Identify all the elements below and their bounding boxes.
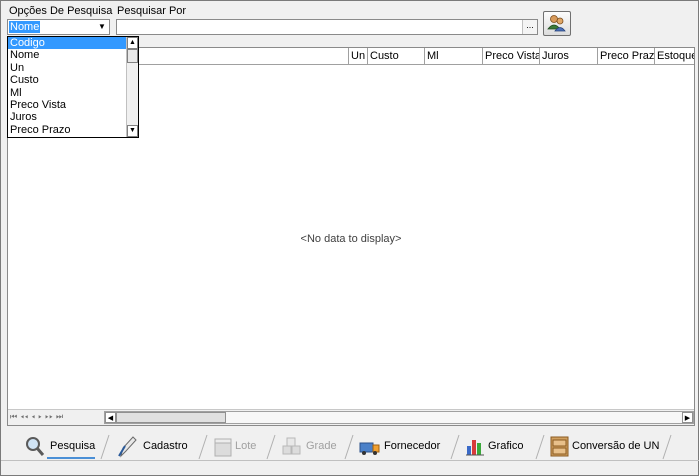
horizontal-scrollbar[interactable]: ◀ ▶ [104,411,694,424]
search-options-dropdown[interactable]: Codigo Nome Un Custo Ml Preco Vista Juro… [7,36,139,138]
search-options-select[interactable]: Nome ▼ [7,19,110,35]
dropdown-option-un[interactable]: Un [8,62,138,74]
column-header-preco-prazo[interactable]: Preco Prazo [598,48,655,65]
cabinet-icon [550,436,569,457]
tab-separator [344,434,354,460]
tab-conversao-de-un[interactable]: Conversão de UN [549,431,661,461]
grid-boxes-icon [282,437,301,455]
search-by-label: Pesquisar Por [117,5,187,17]
tab-conversao-de-un-label: Conversão de UN [572,440,660,452]
dropdown-option-juros[interactable]: Juros [8,111,138,123]
pen-icon [118,436,137,458]
scroll-right-icon[interactable]: ▶ [682,412,693,423]
scroll-up-icon[interactable]: ▲ [127,37,138,49]
column-header-preco-vista[interactable]: Preco Vista [483,48,540,65]
tab-grafico-label: Grafico [488,440,524,452]
scroll-down-icon[interactable]: ▼ [127,125,138,137]
tab-cadastro-label: Cadastro [143,440,188,452]
dropdown-option-nome[interactable]: Nome [8,49,138,61]
column-header-estoque[interactable]: Estoque [655,48,694,65]
chart-icon [466,440,484,456]
tab-separator [450,434,460,460]
column-header-ml[interactable]: Ml [425,48,483,65]
magnifier-icon [26,437,45,456]
search-options-label: Opções De Pesquisa [9,5,113,17]
search-users-button[interactable] [543,11,571,36]
chevron-down-icon[interactable]: ▼ [95,20,109,34]
search-input[interactable]: ... [116,19,538,35]
tab-separator [662,434,672,460]
dropdown-option-ml[interactable]: Ml [8,87,138,99]
column-header-un[interactable]: Un [349,48,368,65]
column-header-custo[interactable]: Custo [368,48,425,65]
record-navigation-buttons[interactable]: ⏮ ◂◂ ◂ ▸ ▸▸ ⏭ [10,412,64,422]
tab-separator [100,434,110,460]
dropdown-option-preco-prazo[interactable]: Preco Prazo [8,124,138,136]
empty-grid-message: <No data to display> [300,233,402,245]
dropdown-scrollbar[interactable]: ▲ ▼ [126,37,138,137]
tab-fornecedor[interactable]: Fornecedor [359,431,449,461]
tab-cadastro[interactable]: Cadastro [117,431,197,461]
dropdown-option-codigo[interactable]: Codigo [8,37,138,50]
users-search-icon [547,15,566,32]
truck-icon [359,442,380,455]
scroll-left-icon[interactable]: ◀ [105,412,116,423]
ellipsis-button[interactable]: ... [522,20,537,34]
tab-separator [535,434,545,460]
grid-navigator: ⏮ ◂◂ ◂ ▸ ▸▸ ⏭ ◀ ▶ [8,409,694,425]
tab-separator [198,434,208,460]
selected-tab-indicator [47,457,95,459]
main-window: Opções De Pesquisa Pesquisar Por Nome ▼ … [0,0,699,476]
tab-lote-label: Lote [235,440,257,452]
dropdown-option-custo[interactable]: Custo [8,74,138,86]
column-header-juros[interactable]: Juros [540,48,598,65]
tab-lote[interactable]: Lote [213,431,263,461]
tab-grade-label: Grade [306,440,337,452]
scroll-thumb[interactable] [116,412,226,423]
dropdown-option-preco-vista[interactable]: Preco Vista [8,99,138,111]
tab-bar-divider [1,460,699,461]
tab-separator [266,434,276,460]
tab-fornecedor-label: Fornecedor [384,440,441,452]
box-icon [214,438,232,457]
tab-grade[interactable]: Grade [281,431,341,461]
tab-grafico[interactable]: Grafico [464,431,534,461]
selected-option: Nome [9,21,41,33]
dropdown-scroll-thumb[interactable] [127,49,138,63]
